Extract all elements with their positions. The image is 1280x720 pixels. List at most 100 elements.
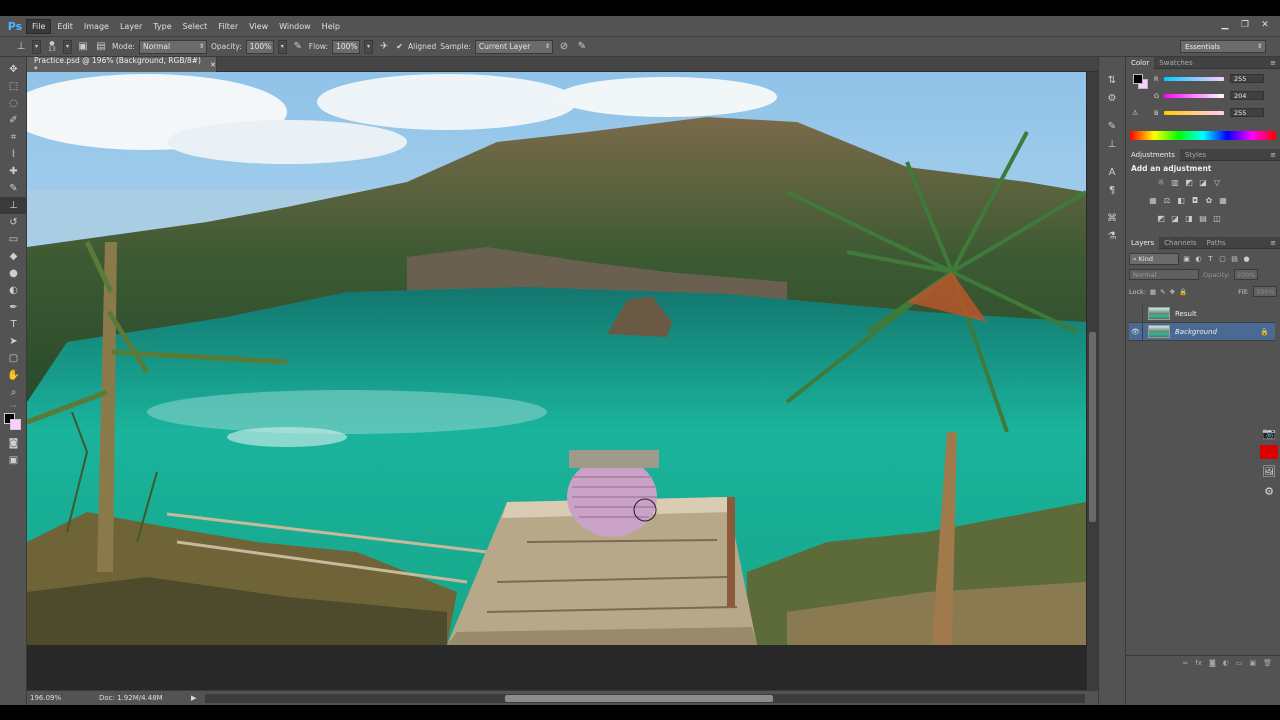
tab-swatches[interactable]: Swatches [1154, 57, 1197, 69]
tool-presets-panel-icon[interactable]: ⌘ [1099, 209, 1125, 227]
close-icon[interactable]: ✕ [1256, 18, 1274, 32]
layer-style-icon[interactable]: fx [1195, 659, 1202, 667]
tab-channels[interactable]: Channels [1159, 237, 1201, 249]
layer-row-result[interactable]: Result [1129, 304, 1275, 323]
airbrush-icon[interactable]: ✈ [377, 40, 391, 54]
tool-preset-dropdown[interactable]: ▾ [32, 39, 41, 54]
b-value[interactable]: 255 [1230, 108, 1264, 117]
paint-bucket-tool-icon[interactable]: ◆ [0, 248, 27, 265]
healing-brush-tool-icon[interactable]: ✚ [0, 163, 27, 180]
shape-tool-icon[interactable]: ▢ [0, 350, 27, 367]
flow-dropdown[interactable]: ▾ [364, 39, 374, 54]
close-icon[interactable]: ✕ [210, 61, 216, 69]
clone-source-panel-icon[interactable]: ⊥ [1099, 135, 1125, 153]
dodge-tool-icon[interactable]: ◐ [0, 282, 27, 299]
brightness-contrast-icon[interactable]: ☼ [1156, 177, 1166, 187]
type-tool-icon[interactable]: T [0, 316, 27, 333]
new-adjustment-icon[interactable]: ◐ [1223, 659, 1229, 667]
quick-select-tool-icon[interactable]: ✐ [0, 112, 27, 129]
ignore-adjustment-icon[interactable]: ⊘ [557, 40, 571, 54]
menu-select[interactable]: Select [178, 20, 213, 33]
g-track[interactable] [1164, 93, 1224, 98]
eyedropper-tool-icon[interactable]: ⌇ [0, 146, 27, 163]
document-tab[interactable]: Practice.psd @ 196% (Background, RGB/8#)… [27, 56, 217, 74]
gear-icon[interactable]: ⚙ [1258, 481, 1280, 501]
menu-filter[interactable]: Filter [213, 20, 243, 33]
layer-filter-select[interactable]: ⌕ Kind [1129, 253, 1179, 265]
color-swatches[interactable] [0, 411, 26, 435]
tab-layers[interactable]: Layers [1126, 236, 1160, 249]
brush-panel-icon[interactable]: ▣ [76, 40, 90, 54]
menu-view[interactable]: View [244, 20, 273, 33]
shape-filter-icon[interactable]: ▢ [1218, 254, 1227, 264]
minimize-icon[interactable]: ▁ [1216, 18, 1234, 32]
lock-all-icon[interactable]: 🔒 [1179, 288, 1187, 296]
b-track[interactable] [1164, 110, 1224, 115]
layer-opacity-input[interactable]: 100% [1233, 269, 1258, 280]
pen-tool-icon[interactable]: ✒ [0, 299, 27, 316]
workspace-select[interactable]: Essentials ⇕ [1180, 40, 1266, 53]
crop-tool-icon[interactable]: ⌗ [0, 129, 27, 146]
sample-select[interactable]: Current Layer ⇕ [474, 39, 553, 54]
record-icon[interactable] [1260, 445, 1278, 459]
gallery-icon[interactable]: 🖼 [1258, 461, 1280, 481]
r-value[interactable]: 255 [1230, 74, 1264, 83]
lock-position-icon[interactable]: ✥ [1170, 288, 1175, 296]
menu-window[interactable]: Window [274, 20, 316, 33]
exposure-icon[interactable]: ◪ [1198, 177, 1208, 187]
new-layer-icon[interactable]: ▣ [1249, 659, 1256, 667]
clone-stamp-tool-icon[interactable]: ⊥ [0, 197, 27, 214]
visibility-off-icon[interactable] [1129, 304, 1143, 323]
flow-input[interactable]: 100% [332, 39, 361, 54]
zoom-level[interactable]: 196.09% [27, 694, 91, 702]
eraser-tool-icon[interactable]: ▭ [0, 231, 27, 248]
levels-icon[interactable]: ▥ [1170, 177, 1180, 187]
hue-saturation-icon[interactable]: ▦ [1148, 195, 1158, 205]
camera-icon[interactable]: 📷 [1258, 423, 1280, 443]
new-group-icon[interactable]: ▭ [1236, 659, 1243, 667]
g-value[interactable]: 204 [1230, 91, 1264, 100]
invert-icon[interactable]: ◩ [1156, 213, 1166, 223]
brush-preset-icon[interactable]: ● 13 [45, 40, 59, 54]
clone-source-icon[interactable]: ▤ [94, 40, 108, 54]
clone-stamp-tool-icon[interactable]: ⊥ [14, 40, 28, 54]
r-track[interactable] [1164, 76, 1224, 81]
fill-input[interactable]: 100% [1253, 286, 1277, 297]
tab-color[interactable]: Color [1126, 56, 1155, 69]
menu-help[interactable]: Help [317, 20, 345, 33]
mode-select[interactable]: Normal ⇕ [138, 39, 207, 54]
path-select-tool-icon[interactable]: ➤ [0, 333, 27, 350]
screen-mode-icon[interactable]: ▣ [0, 452, 27, 469]
type-filter-icon[interactable]: T [1206, 254, 1215, 264]
move-tool-icon[interactable]: ✥ [0, 61, 27, 78]
hand-tool-icon[interactable]: ✋ [0, 367, 27, 384]
menu-file[interactable]: File [26, 18, 52, 34]
opacity-input[interactable]: 100% [245, 39, 274, 54]
zoom-tool-icon[interactable]: ⌕ [0, 384, 27, 401]
menu-image[interactable]: Image [79, 20, 114, 33]
adjustment-filter-icon[interactable]: ◐ [1194, 254, 1203, 264]
delete-layer-icon[interactable]: 🗑 [1263, 659, 1272, 667]
color-lookup-icon[interactable]: ▦ [1218, 195, 1228, 205]
layer-name[interactable]: Result [1175, 310, 1197, 318]
history-brush-tool-icon[interactable]: ↺ [0, 214, 27, 231]
lock-image-icon[interactable]: ✎ [1160, 288, 1165, 296]
status-menu-arrow-icon[interactable]: ▶ [191, 694, 203, 702]
actions-panel-icon[interactable]: ⚗ [1099, 227, 1125, 245]
panel-menu-icon[interactable]: ≡ [1270, 59, 1276, 67]
lasso-tool-icon[interactable]: ◌ [0, 95, 27, 112]
black-white-icon[interactable]: ◧ [1176, 195, 1186, 205]
filter-toggle-icon[interactable]: ● [1242, 254, 1251, 264]
pixel-filter-icon[interactable]: ▣ [1182, 254, 1191, 264]
color-spectrum-bar[interactable] [1130, 131, 1276, 140]
link-layers-icon[interactable]: ∞ [1183, 659, 1189, 667]
menu-edit[interactable]: Edit [52, 20, 78, 33]
posterize-icon[interactable]: ◪ [1170, 213, 1180, 223]
color-balance-icon[interactable]: ⚖ [1162, 195, 1172, 205]
tab-adjustments[interactable]: Adjustments [1126, 148, 1180, 161]
lock-transparent-icon[interactable]: ▦ [1150, 288, 1156, 296]
selective-color-icon[interactable]: ◫ [1212, 213, 1222, 223]
menu-layer[interactable]: Layer [115, 20, 147, 33]
channel-mixer-icon[interactable]: ✿ [1204, 195, 1214, 205]
history-panel-icon[interactable]: ⇅ [1099, 71, 1125, 89]
